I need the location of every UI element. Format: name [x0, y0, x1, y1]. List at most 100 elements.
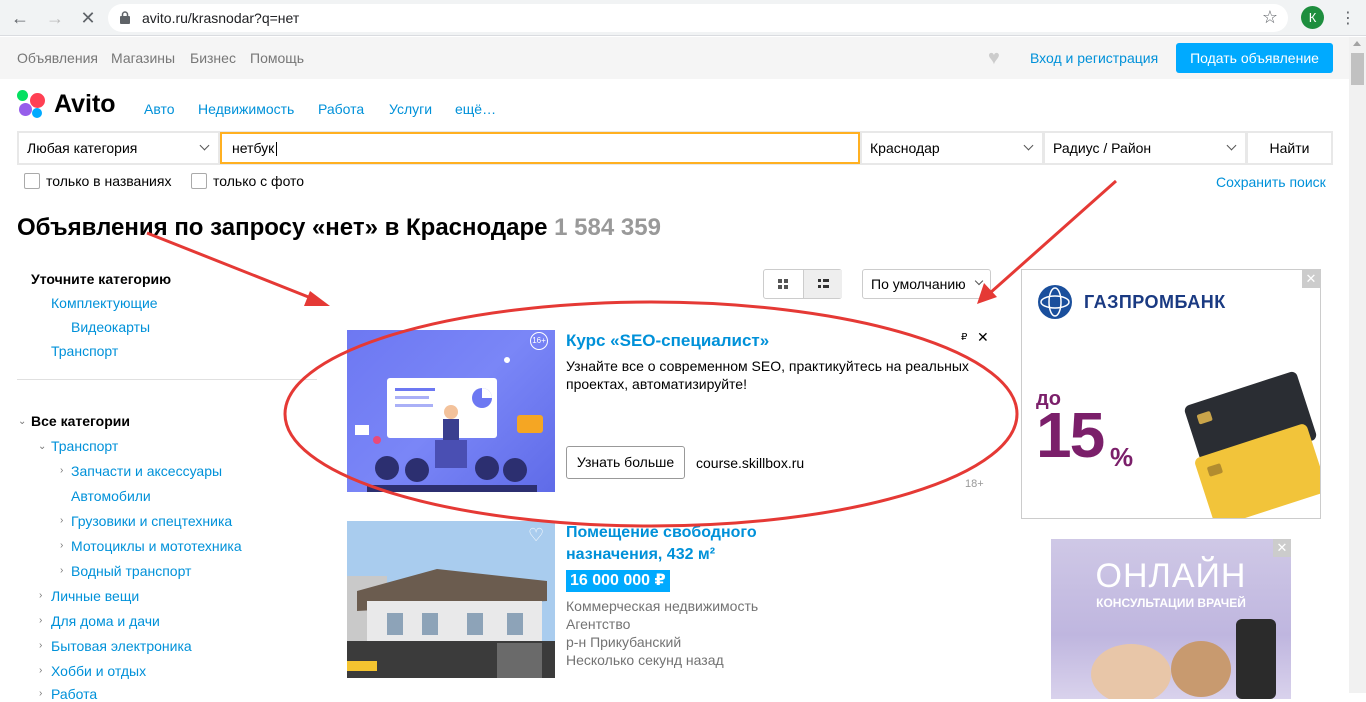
only-photo-checkbox[interactable]: только с фото [191, 173, 304, 189]
chevron-down-icon [1226, 140, 1237, 151]
category-services[interactable]: Услуги [389, 101, 432, 117]
sidebar-item-transport[interactable]: Транспорт [51, 438, 118, 454]
bookmark-star-icon[interactable]: ☆ [1262, 7, 1278, 28]
radius-select-value: Радиус / Район [1053, 140, 1152, 156]
logo-word: Avito [54, 90, 116, 118]
collapsed-caret-icon: › [39, 590, 43, 601]
scroll-thumb[interactable] [1351, 53, 1364, 85]
ad-image[interactable]: 16+ [347, 330, 555, 492]
category-auto[interactable]: Авто [144, 101, 175, 117]
avito-logo[interactable]: Avito [17, 90, 127, 122]
age-badge: 16+ [530, 332, 548, 350]
profile-avatar[interactable]: К [1301, 6, 1324, 29]
nav-shops[interactable]: Магазины [111, 50, 175, 66]
category-select[interactable]: Любая категория [19, 133, 218, 163]
listing-district: р-н Прикубанский [566, 634, 682, 650]
ad-description: Узнайте все о современном SEO, практикуй… [566, 358, 969, 392]
expanded-caret-icon: ⌄ [18, 416, 27, 427]
grid-view-button[interactable] [764, 270, 803, 298]
ad-close-icon[interactable]: ✕ [977, 329, 989, 346]
lock-icon [120, 11, 130, 24]
result-count: 1 584 359 [554, 214, 661, 241]
sidebar-item-home[interactable]: Для дома и дачи [51, 613, 160, 629]
grid-view-icon [778, 279, 788, 289]
online-doctors-banner[interactable]: ОНЛАЙН КОНСУЛЬТАЦИИ ВРАЧЕЙ ✕ [1051, 539, 1291, 699]
listing-price: 16 000 000 ₽ [566, 570, 670, 592]
forward-icon[interactable]: → [45, 8, 65, 28]
sort-select-value: По умолчанию [871, 276, 966, 292]
arrowhead-left-icon [304, 291, 330, 306]
collapsed-caret-icon: › [39, 665, 43, 676]
ad-title[interactable]: Курс «SEO-специалист» [566, 331, 769, 351]
sidebar-item-cars[interactable]: Автомобили [71, 488, 151, 504]
category-select-value: Любая категория [27, 140, 138, 156]
chevron-down-icon [974, 276, 984, 286]
address-bar[interactable]: avito.ru/krasnodar?q=нет ☆ [108, 4, 1288, 32]
collapsed-caret-icon: › [39, 688, 43, 699]
expanded-caret-icon: ⌄ [38, 441, 47, 452]
sidebar-item-water[interactable]: Водный транспорт [71, 563, 191, 579]
building-photo [347, 521, 555, 678]
nav-business[interactable]: Бизнес [190, 50, 236, 66]
checkbox-box[interactable] [191, 173, 207, 189]
post-ad-button[interactable]: Подать объявление [1176, 43, 1333, 73]
only-titles-label: только в названиях [46, 173, 172, 189]
refine-link-components[interactable]: Комплектующие [51, 295, 158, 311]
ad-domain[interactable]: course.skillbox.ru [696, 455, 804, 471]
banner-close-icon[interactable]: ✕ [1302, 270, 1320, 288]
all-categories-title[interactable]: Все категории [31, 413, 130, 429]
nav-help[interactable]: Помощь [250, 50, 304, 66]
ad-rub-icon: ₽ [961, 332, 968, 343]
checkbox-box[interactable] [24, 173, 40, 189]
logo-dot-purple [19, 103, 32, 116]
logo-dot-green [17, 90, 28, 101]
login-link[interactable]: Вход и регистрация [1030, 50, 1158, 66]
city-select-value: Краснодар [870, 140, 940, 156]
online-banner-title: ОНЛАЙН [1095, 557, 1247, 595]
stop-icon[interactable]: ✕ [78, 8, 98, 28]
text-caret [276, 142, 278, 157]
refine-link-videocards[interactable]: Видеокарты [71, 319, 150, 335]
browser-toolbar: ← → ✕ avito.ru/krasnodar?q=нет ☆ К ⋮ [0, 0, 1366, 36]
list-view-icon [818, 279, 829, 288]
banner-close-icon[interactable]: ✕ [1273, 539, 1291, 557]
listing-image[interactable] [347, 521, 555, 678]
learn-more-button[interactable]: Узнать больше [566, 446, 685, 479]
category-more[interactable]: ещё… [455, 101, 496, 117]
sidebar-item-parts[interactable]: Запчасти и аксессуары [71, 463, 222, 479]
back-icon[interactable]: ← [10, 8, 30, 28]
gazprombank-banner[interactable]: ГАЗПРОМБАНК до 15 % ✕ [1021, 269, 1321, 519]
find-button[interactable]: Найти [1248, 133, 1331, 163]
listing-title[interactable]: Помещение свободного назначения, 432 м² [566, 522, 796, 566]
top-navigation: Объявления Магазины Бизнес Помощь ♥ Вход… [0, 37, 1349, 79]
view-toggle [763, 269, 842, 299]
gazprombank-name: ГАЗПРОМБАНК [1084, 292, 1226, 312]
refine-link-transport[interactable]: Транспорт [51, 343, 118, 359]
sidebar-item-work[interactable]: Работа [51, 686, 97, 702]
gazprombank-rate: 15 [1036, 399, 1105, 471]
collapsed-caret-icon: › [60, 565, 64, 576]
listing-seller: Агентство [566, 616, 631, 632]
only-titles-checkbox[interactable]: только в названиях [24, 173, 171, 189]
sort-select[interactable]: По умолчанию [862, 269, 991, 299]
category-realty[interactable]: Недвижимость [198, 101, 294, 117]
list-view-button[interactable] [803, 270, 842, 298]
nav-ads[interactable]: Объявления [17, 50, 98, 66]
search-bar: Любая категория нетбук Краснодар Радиус … [17, 131, 1333, 165]
sidebar-item-hobby[interactable]: Хобби и отдых [51, 663, 146, 679]
city-select[interactable]: Краснодар [862, 133, 1042, 163]
favorites-heart-icon[interactable]: ♥ [988, 48, 1000, 68]
sidebar-item-personal[interactable]: Личные вещи [51, 588, 139, 604]
sidebar-item-electronics[interactable]: Бытовая электроника [51, 638, 192, 654]
scroll-up-icon[interactable] [1353, 41, 1361, 46]
search-input[interactable]: нетбук [220, 132, 860, 164]
radius-select[interactable]: Радиус / Район [1045, 133, 1245, 163]
browser-menu-icon[interactable]: ⋮ [1340, 8, 1356, 28]
favorite-heart-icon[interactable]: ♡ [528, 525, 544, 546]
save-search-link[interactable]: Сохранить поиск [1216, 174, 1326, 190]
category-jobs[interactable]: Работа [318, 101, 364, 117]
page-scrollbar[interactable] [1349, 37, 1366, 693]
sidebar-divider [17, 379, 317, 380]
sidebar-item-motorcycles[interactable]: Мотоциклы и мототехника [71, 538, 242, 554]
sidebar-item-trucks[interactable]: Грузовики и спецтехника [71, 513, 232, 529]
